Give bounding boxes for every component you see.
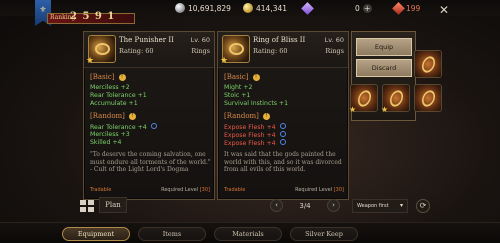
gem-amount: 0 (355, 3, 360, 13)
gem-icon (301, 1, 314, 15)
item-type: Rings (325, 47, 344, 55)
star-icon: ★ (86, 56, 95, 66)
item-name: Ring of Bliss II (253, 36, 306, 44)
currency-gold: 414,341 (243, 2, 287, 14)
stat-line: Stoic +1 (224, 92, 251, 99)
currency-ruby: 199 (392, 1, 421, 15)
basic-section-title: [Basic]! (90, 73, 126, 81)
info-icon[interactable]: ! (128, 113, 136, 120)
inventory-slot[interactable]: ★ (349, 84, 378, 114)
info-icon[interactable]: ! (252, 74, 260, 81)
stat-line: Rear Tolerance +4 (90, 123, 157, 131)
ring-icon: ★ (220, 35, 250, 66)
silver-coin-icon (175, 3, 185, 13)
star-icon: ★ (220, 56, 229, 66)
stat-line: Expose Flesh +4 (224, 131, 286, 139)
stat-line: Survival Instincts +1 (224, 100, 289, 107)
gold-amount: 414,341 (256, 3, 288, 13)
ring-icon: ★ (86, 35, 116, 66)
ruby-amount: 199 (406, 3, 421, 13)
stat-line: Skilled +4 (90, 139, 122, 146)
ruby-icon (392, 1, 405, 15)
info-icon[interactable]: ! (262, 113, 270, 120)
tab-silver-keep[interactable]: Silver Keep (290, 227, 358, 241)
item-rating: Rating: 60 (253, 47, 288, 55)
next-page-button[interactable]: › (326, 199, 340, 212)
item-lore: It was said that the gods painted the wo… (224, 151, 342, 173)
reroll-icon (150, 123, 157, 129)
reroll-icon (279, 131, 286, 137)
required-level: Required Level [30] (295, 187, 344, 193)
tab-materials[interactable]: Materials (214, 227, 282, 241)
item-rating: Rating: 60 (119, 47, 154, 55)
item-type: Rings (191, 47, 210, 55)
stat-line: Expose Flesh +4 (224, 139, 286, 147)
reroll-icon (279, 123, 286, 129)
star-icon: ★ (381, 105, 389, 114)
prev-page-button[interactable]: ‹ (270, 199, 283, 212)
silver-amount: 10,691,829 (188, 3, 231, 13)
item-level: Lv. 60 (324, 36, 344, 44)
tab-items[interactable]: Items (138, 227, 206, 241)
tab-equipment[interactable]: Equipment (62, 227, 130, 241)
item-name: The Punisher II (119, 36, 174, 44)
inventory-slot[interactable] (414, 50, 442, 78)
ranking-value: 2 5 9 1 (70, 11, 116, 22)
sort-label: Weapon first (357, 203, 389, 209)
plan-button[interactable]: Plan (99, 197, 127, 213)
stat-line: Might +2 (224, 84, 253, 91)
refresh-icon[interactable]: ⟳ (416, 199, 430, 213)
close-button[interactable]: ✕ (437, 4, 451, 18)
item-level: Lv. 60 (190, 36, 210, 44)
add-gem-icon[interactable]: + (362, 3, 372, 13)
stat-line: Merciless +3 (90, 131, 130, 138)
discard-button[interactable]: Discard (356, 59, 412, 77)
stat-line: Rear Tolerance +1 (90, 92, 147, 99)
grid-view-icon[interactable] (80, 200, 94, 212)
stat-line: Expose Flesh +4 (224, 123, 286, 131)
gold-coin-icon (243, 3, 253, 13)
stat-line: Merciless +2 (90, 84, 130, 91)
item-lore: "To deserve the coming salvation, one mu… (90, 151, 211, 173)
currency-silver: 10,691,829 (175, 2, 231, 14)
inventory-pager: ‹ 3/4 › (270, 198, 340, 213)
star-icon: ★ (349, 105, 357, 114)
required-level: Required Level [30] (161, 187, 210, 193)
stat-line: Accumulate +1 (90, 100, 138, 107)
equipped-item-card: ★ The Punisher II Lv. 60 Rating: 60 Ring… (83, 31, 215, 200)
inventory-slot[interactable] (414, 84, 442, 112)
sort-dropdown[interactable]: Weapon first ▾ (352, 199, 408, 213)
compared-item-card: ★ Ring of Bliss II Lv. 60 Rating: 60 Rin… (217, 31, 349, 200)
basic-section-title: [Basic]! (224, 73, 260, 81)
random-section-title: [Random]! (224, 112, 270, 120)
tradable-label: Tradable (224, 187, 246, 193)
reroll-icon (279, 139, 286, 145)
currency-gem: 0 + (301, 1, 372, 15)
equip-button[interactable]: Equip (356, 38, 412, 56)
chevron-down-icon: ▾ (399, 202, 403, 209)
page-indicator: 3/4 (299, 201, 311, 210)
random-section-title: [Random]! (90, 112, 136, 120)
info-icon[interactable]: ! (118, 74, 126, 81)
tradable-label: Tradable (90, 187, 112, 193)
inventory-slot[interactable]: ★ (381, 84, 410, 114)
